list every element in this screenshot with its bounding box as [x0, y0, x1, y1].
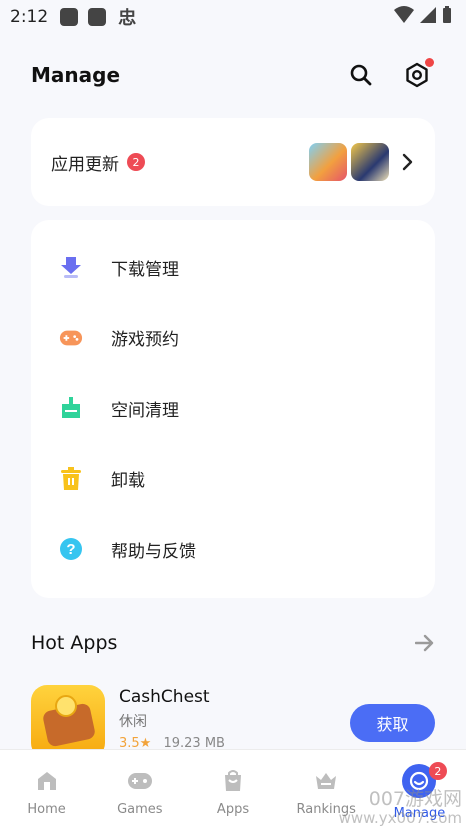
- notification-dot: [425, 58, 434, 67]
- notification-icon: [60, 8, 79, 26]
- manage-menu: 下载管理 游戏预约 空间清理 卸载 ? 帮助与反馈: [31, 220, 435, 598]
- menu-item-label: 游戏预约: [111, 330, 179, 351]
- menu-item-uninstall[interactable]: 卸载: [31, 444, 435, 515]
- tab-games[interactable]: Games: [93, 750, 186, 830]
- search-icon: [350, 64, 372, 86]
- search-button[interactable]: [343, 57, 379, 93]
- app-name: CashChest: [119, 687, 210, 707]
- games-icon: [127, 768, 153, 794]
- tab-apps[interactable]: Apps: [186, 750, 279, 830]
- rankings-icon: [313, 768, 339, 794]
- watermark-line1: 007游戏网: [368, 787, 462, 810]
- chevron-right-icon: [402, 153, 413, 171]
- wifi-icon: [394, 6, 414, 23]
- menu-item-help-feedback[interactable]: ? 帮助与反馈: [31, 514, 435, 585]
- menu-item-label: 帮助与反馈: [111, 541, 196, 562]
- status-glyph: 忠: [118, 8, 137, 29]
- hot-apps-title: Hot Apps: [31, 632, 118, 654]
- menu-item-download-manager[interactable]: 下载管理: [31, 232, 435, 303]
- hot-apps-header: Hot Apps: [31, 628, 435, 658]
- arrow-right-icon[interactable]: [415, 634, 435, 652]
- app-update-card[interactable]: 应用更新 2: [31, 118, 435, 206]
- tab-home[interactable]: Home: [0, 750, 93, 830]
- menu-item-label: 下载管理: [111, 259, 179, 280]
- apps-icon: [220, 768, 246, 794]
- update-app-icons: [309, 143, 389, 181]
- svg-text:?: ?: [66, 541, 75, 558]
- battery-icon: [443, 6, 451, 23]
- trash-icon: [59, 466, 83, 491]
- update-count-badge: 2: [127, 153, 145, 171]
- watermark: 007游戏网 www.yx007.com: [338, 787, 462, 827]
- app-info: CashChest 休闲 3.5★ 19.23 MB: [119, 685, 225, 751]
- menu-item-label: 空间清理: [111, 400, 179, 421]
- clean-icon: [59, 396, 83, 420]
- home-icon: [34, 768, 60, 794]
- coin-icon: [55, 695, 77, 717]
- help-icon: ?: [59, 537, 83, 561]
- menu-item-game-reservation[interactable]: 游戏预约: [31, 303, 435, 374]
- gamepad-icon: [59, 326, 83, 350]
- app-icon: [351, 143, 389, 181]
- page-title: Manage: [31, 63, 121, 87]
- status-bar: 2:12 忠: [0, 0, 466, 34]
- menu-item-label: 卸载: [111, 471, 145, 492]
- app-icon: [309, 143, 347, 181]
- notification-icon: [88, 8, 107, 26]
- page-header: Manage: [31, 55, 435, 95]
- tab-badge: 2: [428, 762, 447, 780]
- app-icon: [31, 685, 105, 759]
- tab-label: Apps: [216, 802, 250, 817]
- list-item[interactable]: CashChest 休闲 3.5★ 19.23 MB 获取: [31, 685, 435, 759]
- tab-label: Games: [117, 802, 163, 817]
- tab-label: Home: [27, 802, 66, 817]
- status-time: 2:12: [10, 7, 49, 27]
- settings-button[interactable]: [399, 57, 435, 93]
- get-button[interactable]: 获取: [350, 704, 435, 742]
- app-update-label: 应用更新: [51, 154, 119, 175]
- download-icon: [59, 255, 83, 279]
- watermark-line2: www.yx007.com: [338, 808, 462, 827]
- menu-item-space-cleanup[interactable]: 空间清理: [31, 373, 435, 444]
- app-category: 休闲: [119, 714, 147, 730]
- signal-icon: [420, 7, 436, 23]
